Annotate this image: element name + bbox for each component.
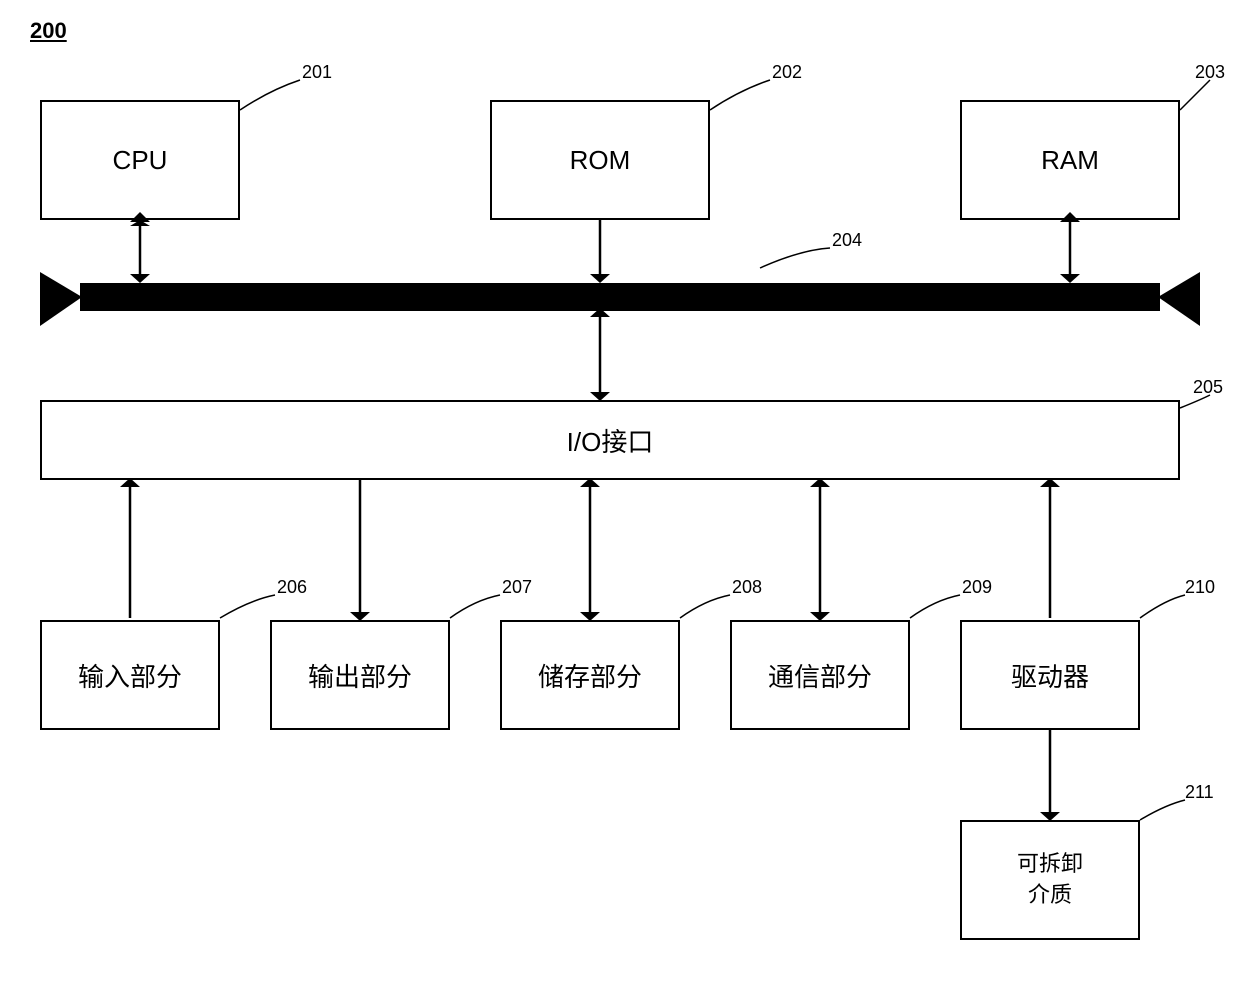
cpu-label: CPU — [113, 145, 168, 176]
ref-211: 211 — [1185, 782, 1214, 802]
comm-box: 通信部分 — [730, 620, 910, 730]
driver-label: 驱动器 — [1011, 657, 1089, 694]
storage-label: 储存部分 — [538, 657, 642, 694]
input-label: 输入部分 — [78, 657, 182, 694]
rom-label: ROM — [570, 145, 631, 176]
output-label: 输出部分 — [308, 657, 412, 694]
ram-box: RAM — [960, 100, 1180, 220]
ref-203: 203 — [1195, 62, 1225, 82]
figure-label: 200 — [30, 18, 67, 44]
input-box: 输入部分 — [40, 620, 220, 730]
ref-208: 208 — [732, 577, 762, 597]
rom-box: ROM — [490, 100, 710, 220]
ref-210: 210 — [1185, 577, 1215, 597]
diagram: 200 CPU ROM RAM I/O接口 输入部分 输出部分 储存部分 通信部… — [0, 0, 1240, 993]
media-label: 可拆卸介质 — [1017, 849, 1083, 911]
cpu-box: CPU — [40, 100, 240, 220]
media-box: 可拆卸介质 — [960, 820, 1140, 940]
storage-box: 储存部分 — [500, 620, 680, 730]
ref-205: 205 — [1193, 377, 1223, 397]
ref-209: 209 — [962, 577, 992, 597]
ref-206: 206 — [277, 577, 307, 597]
ram-label: RAM — [1041, 145, 1099, 176]
ref-202: 202 — [772, 62, 802, 82]
io-label: I/O接口 — [567, 422, 654, 459]
output-box: 输出部分 — [270, 620, 450, 730]
io-box: I/O接口 — [40, 400, 1180, 480]
driver-box: 驱动器 — [960, 620, 1140, 730]
ref-207: 207 — [502, 577, 532, 597]
ref-201: 201 — [302, 62, 332, 82]
comm-label: 通信部分 — [768, 657, 872, 694]
ref-204: 204 — [832, 230, 862, 250]
